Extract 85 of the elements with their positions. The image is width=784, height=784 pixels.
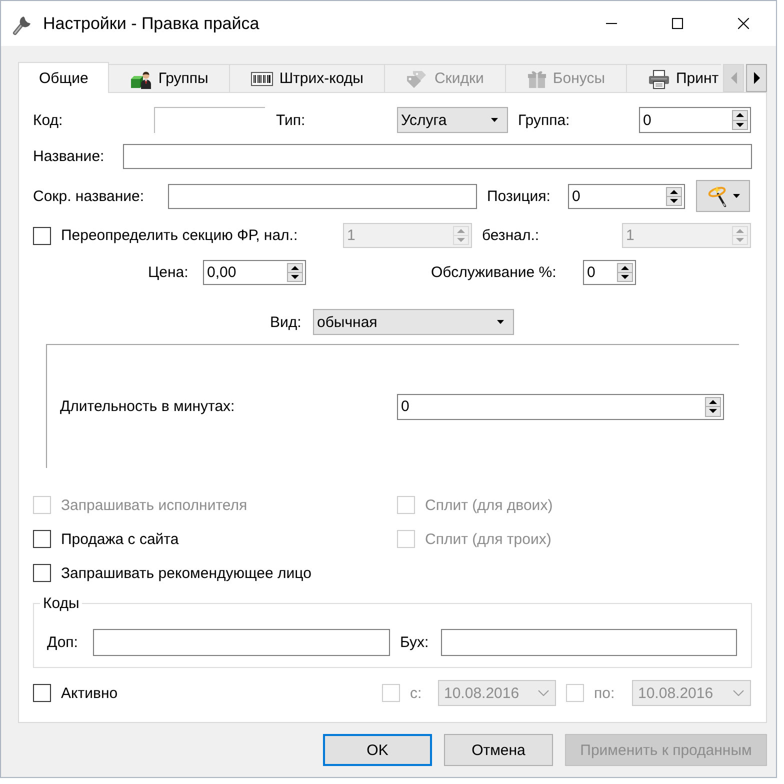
noncash-label: безнал.:	[482, 227, 540, 244]
position-label: Позиция:	[487, 188, 550, 204]
tool-menu-button[interactable]	[696, 180, 750, 212]
close-icon	[738, 18, 748, 29]
maximize-icon	[672, 18, 682, 29]
name-label: Название:	[33, 148, 104, 165]
spin-down-button[interactable]	[732, 120, 748, 130]
short-name-field[interactable]	[168, 184, 477, 208]
service-spinbox[interactable]: 0	[583, 260, 636, 285]
up-arrow-icon	[736, 113, 744, 118]
option-label: Сплит (для двоих)	[425, 496, 553, 514]
caret-down-icon	[497, 320, 504, 324]
extra-code-label: Доп:	[47, 634, 78, 651]
down-arrow-icon	[670, 198, 678, 202]
checkbox[interactable]	[33, 226, 51, 244]
codes-group-title: Коды	[42, 595, 80, 612]
person-with-box-icon	[130, 68, 152, 88]
type-dropdown[interactable]: Услуга	[397, 107, 508, 133]
spin-up-button[interactable]	[705, 396, 721, 407]
service-label: Обслуживание %:	[431, 264, 556, 281]
tab[interactable]: Группы	[108, 64, 230, 92]
option-label: Продажа с сайта	[61, 530, 179, 548]
checkbox[interactable]	[33, 564, 51, 582]
checkbox[interactable]	[33, 684, 51, 702]
spin-down-button[interactable]	[287, 272, 303, 282]
down-arrow-icon	[736, 238, 744, 242]
duration-label: Длительность в минутах:	[60, 398, 235, 415]
chevron-down-icon	[733, 690, 744, 696]
up-arrow-icon	[457, 229, 465, 233]
tab[interactable]: Общие	[18, 62, 110, 93]
code-label: Код:	[33, 112, 63, 128]
period-label: по:	[594, 684, 615, 702]
price-label: Цена:	[148, 264, 188, 281]
down-arrow-icon	[291, 275, 299, 279]
ok-button[interactable]: OK	[323, 734, 432, 766]
down-arrow-icon	[621, 275, 629, 279]
spin-down-button[interactable]	[617, 272, 633, 282]
option-label: Запрашивать исполнителя	[61, 496, 248, 514]
tab-scroll-button[interactable]	[746, 64, 767, 92]
view-label: Вид:	[270, 314, 302, 330]
spin-up-button[interactable]	[666, 186, 682, 196]
accounting-code-field[interactable]	[441, 629, 737, 656]
name-field[interactable]	[123, 144, 752, 169]
barcode-icon	[251, 72, 274, 86]
caret-down-icon	[491, 118, 498, 122]
down-arrow-icon	[709, 409, 717, 414]
price-spinbox[interactable]: 0,00	[203, 260, 306, 285]
spin-down-button[interactable]	[705, 406, 721, 416]
down-arrow-icon	[457, 238, 465, 242]
up-arrow-icon	[621, 266, 629, 270]
spin-up-button[interactable]	[732, 110, 748, 120]
extra-code-field[interactable]	[93, 629, 390, 656]
magic-wand-icon	[706, 185, 728, 207]
active-label: Активно	[61, 684, 118, 702]
chevron-down-icon	[538, 690, 549, 696]
option-label: Сплит (для троих)	[425, 530, 552, 548]
type-label: Тип:	[276, 112, 306, 128]
period-label: с:	[410, 684, 422, 702]
up-arrow-icon	[291, 266, 299, 270]
tab[interactable]: Принт	[626, 64, 721, 92]
checkbox[interactable]	[33, 530, 51, 548]
duration-spinbox[interactable]: 0	[397, 394, 724, 420]
tags-icon	[406, 68, 428, 88]
spin-down-button[interactable]	[666, 196, 682, 206]
up-arrow-icon	[736, 229, 744, 233]
accounting-code-label: Бух:	[400, 634, 429, 651]
position-spinbox[interactable]: 0	[568, 184, 685, 208]
fr-section-label: Переопределить секцию ФР, нал.:	[61, 227, 298, 244]
view-dropdown[interactable]: обычная	[313, 309, 514, 335]
option-label: Запрашивать рекомендующее лицо	[61, 564, 312, 582]
right-arrow-icon	[754, 72, 760, 84]
group-label: Группа:	[518, 112, 570, 128]
group-spinbox[interactable]: 0	[639, 107, 751, 133]
short-name-label: Сокр. название:	[33, 188, 144, 204]
window-title: Настройки - Правка прайса	[43, 14, 260, 34]
up-arrow-icon	[709, 400, 717, 404]
cancel-button[interactable]: Отмена	[444, 734, 553, 766]
spin-up-button[interactable]	[617, 263, 633, 273]
gift-icon	[526, 68, 547, 88]
left-arrow-icon	[730, 72, 736, 84]
up-arrow-icon	[670, 190, 678, 194]
spin-up-button[interactable]	[287, 263, 303, 273]
caret-down-icon	[732, 194, 740, 198]
down-arrow-icon	[736, 122, 744, 127]
printer-icon	[648, 68, 670, 88]
